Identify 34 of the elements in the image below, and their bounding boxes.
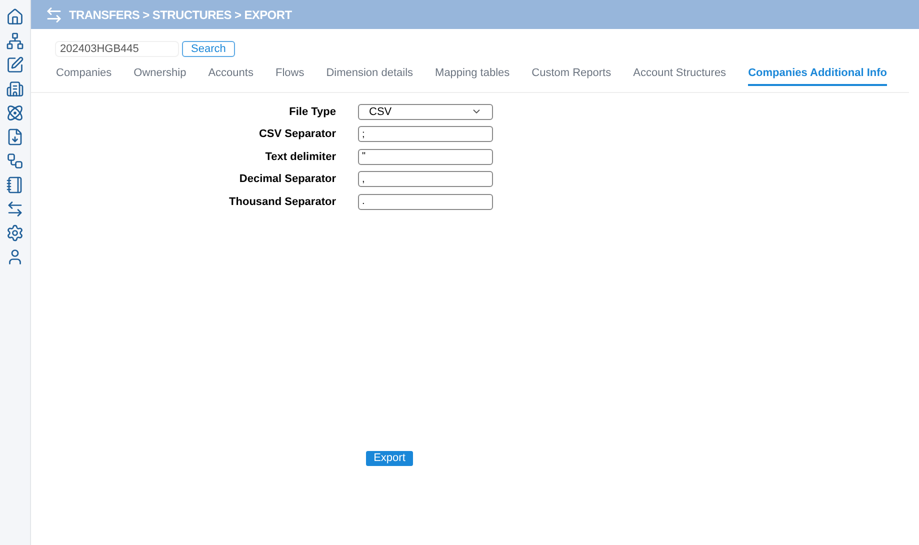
notebook-icon[interactable] — [6, 176, 24, 194]
tab[interactable]: Custom Reports — [532, 63, 612, 86]
tab[interactable]: Accounts — [208, 63, 254, 86]
tab[interactable]: Companies — [56, 63, 112, 86]
search-field[interactable]: 202403HGB445 — [55, 41, 179, 57]
page-title: TRANSFERS > STRUCTURES > EXPORT — [69, 6, 292, 24]
input-field[interactable]: ; — [358, 126, 493, 142]
tab[interactable]: Companies Additional Info — [748, 63, 887, 86]
input-field[interactable]: . — [358, 194, 493, 210]
field-label: Text delimiter — [264, 150, 336, 164]
tab[interactable]: Ownership — [134, 63, 186, 86]
input-field[interactable]: , — [358, 171, 493, 188]
tab[interactable]: Dimension details — [326, 63, 414, 86]
field-label: Decimal Separator — [238, 172, 336, 187]
file-type-dropdown[interactable]: CSV — [358, 104, 493, 120]
input-field[interactable]: " — [358, 148, 493, 165]
tab[interactable]: Account Structures — [633, 63, 726, 86]
field-label: File Type — [288, 104, 336, 120]
file-download-icon[interactable] — [6, 128, 24, 146]
transfer-icon — [45, 6, 63, 24]
field-label: CSV Separator — [258, 127, 336, 142]
atom-icon[interactable] — [6, 104, 24, 122]
user-icon[interactable] — [6, 248, 24, 266]
home-icon[interactable] — [6, 8, 24, 26]
settings-icon[interactable] — [6, 224, 24, 242]
hierarchy-icon[interactable] — [6, 32, 24, 50]
edit-icon[interactable] — [6, 56, 24, 74]
building-icon[interactable] — [6, 80, 24, 98]
field-label: Thousand Separator — [228, 194, 336, 210]
tab[interactable]: Flows — [275, 63, 304, 86]
export-button[interactable]: Export — [366, 451, 413, 466]
tab[interactable]: Mapping tables — [435, 63, 510, 86]
transfer-icon[interactable] — [6, 200, 24, 218]
search-button[interactable]: Search — [182, 41, 235, 57]
